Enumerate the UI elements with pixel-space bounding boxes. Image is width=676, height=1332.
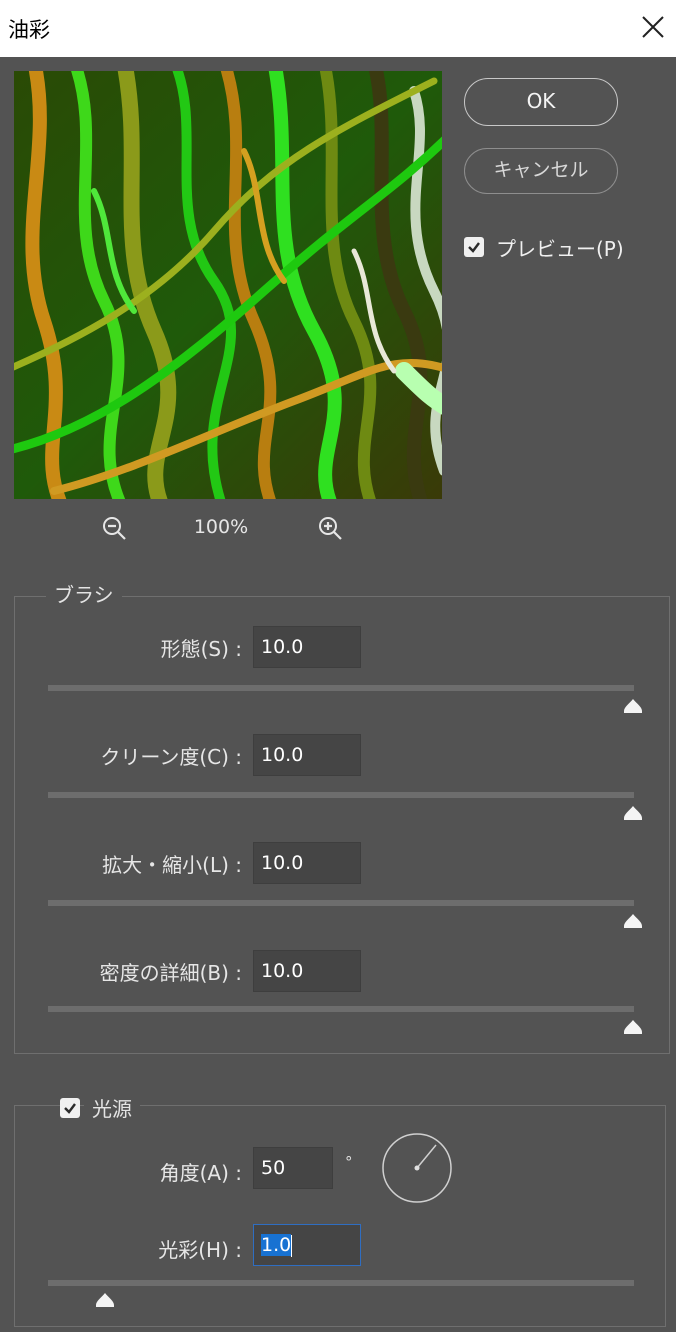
bristle-detail-slider-track[interactable]: [48, 1006, 634, 1012]
cleanliness-slider-track[interactable]: [48, 792, 634, 798]
cancel-button[interactable]: キャンセル: [464, 148, 618, 194]
style-label: 形態(S) :: [160, 637, 242, 661]
lighting-checkbox[interactable]: [60, 1098, 80, 1118]
shine-label: 光彩(H) :: [158, 1238, 242, 1262]
slider-thumb-icon[interactable]: [622, 698, 644, 714]
zoom-in-icon[interactable]: [316, 514, 346, 544]
checkmark-icon: [64, 1103, 76, 1114]
zoom-out-icon[interactable]: [100, 514, 130, 544]
slider-thumb-icon[interactable]: [94, 1292, 116, 1308]
checkmark-icon: [468, 242, 480, 253]
scale-label: 拡大・縮小(L) :: [102, 853, 242, 877]
close-icon[interactable]: [636, 10, 670, 44]
preview-label: プレビュー(P): [496, 237, 624, 261]
slider-thumb-icon[interactable]: [622, 1019, 644, 1035]
angle-input[interactable]: 50: [253, 1147, 333, 1189]
scale-slider-track[interactable]: [48, 900, 634, 906]
bristle-detail-input[interactable]: 10.0: [253, 950, 361, 992]
shine-slider-track[interactable]: [48, 1280, 634, 1286]
bristle-detail-label: 密度の詳細(B) :: [99, 961, 242, 985]
preview-checkbox[interactable]: [464, 237, 484, 257]
cleanliness-label: クリーン度(C) :: [100, 745, 242, 769]
angle-label: 角度(A) :: [159, 1161, 242, 1185]
cleanliness-input[interactable]: 10.0: [253, 734, 361, 776]
ok-button[interactable]: OK: [464, 78, 618, 126]
style-input[interactable]: 10.0: [253, 626, 361, 668]
preview-image[interactable]: [14, 71, 442, 499]
degree-unit: °: [345, 1153, 353, 1171]
brush-legend: ブラシ: [46, 579, 122, 608]
slider-thumb-icon[interactable]: [622, 913, 644, 929]
shine-value: 1.0: [261, 1234, 292, 1256]
scale-input[interactable]: 10.0: [253, 842, 361, 884]
slider-thumb-icon[interactable]: [622, 805, 644, 821]
lighting-legend: 光源: [84, 1093, 140, 1122]
style-slider-track[interactable]: [48, 685, 634, 691]
dialog-title: 油彩: [8, 18, 50, 42]
shine-input[interactable]: 1.0: [253, 1224, 361, 1266]
zoom-level: 100%: [193, 516, 249, 538]
title-bar: 油彩: [0, 0, 676, 57]
angle-dial-icon[interactable]: [381, 1132, 453, 1204]
